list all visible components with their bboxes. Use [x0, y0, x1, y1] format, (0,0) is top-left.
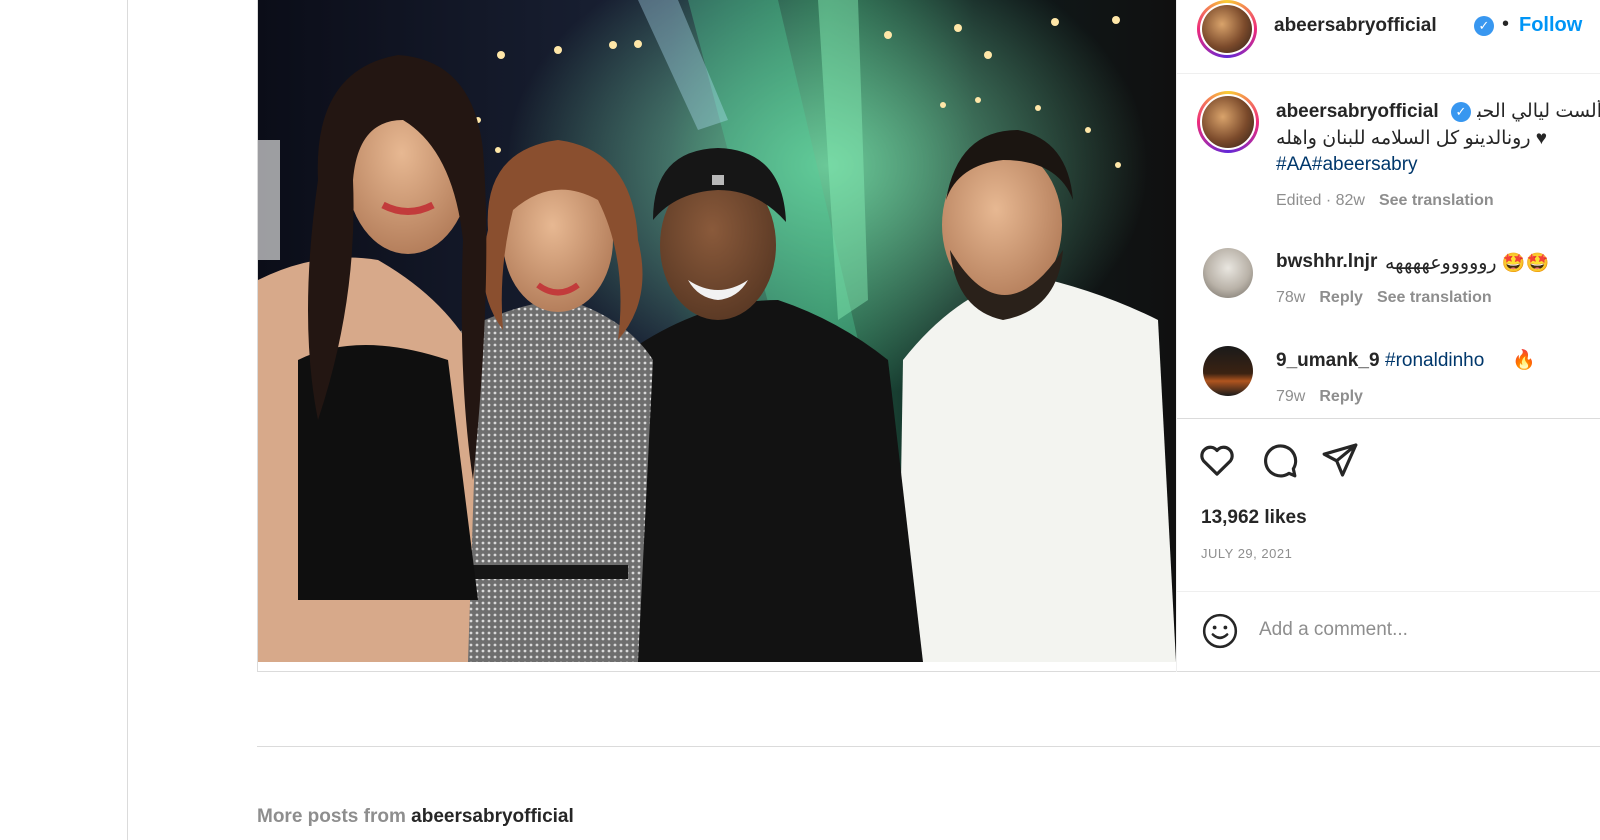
caption-meta: Edited · 82w See translation: [1276, 192, 1494, 210]
more-posts-heading: More posts from abeersabryofficial: [257, 806, 574, 828]
share-icon[interactable]: [1320, 440, 1360, 480]
caption-text-line1: ألست ليالي الحبيبه مع: [1477, 101, 1600, 122]
post-date: JULY 29, 2021: [1201, 546, 1293, 561]
comment-text: 🤩🤩 روووووعههههه: [1385, 253, 1550, 274]
action-bar: [1177, 440, 1600, 488]
fire-emoji: 🔥: [1512, 350, 1536, 371]
add-comment-bar: [1177, 591, 1600, 672]
section-divider: [257, 746, 1600, 747]
verified-badge-icon: ✓: [1474, 16, 1494, 36]
comment-icon[interactable]: [1259, 440, 1299, 480]
post-photo[interactable]: [258, 0, 1176, 662]
commenter-username[interactable]: bwshhr.lnjr: [1276, 251, 1377, 273]
follow-button[interactable]: Follow: [1519, 14, 1582, 37]
comment-see-translation[interactable]: See translation: [1377, 289, 1492, 306]
post-side-panel: abeersabryofficial ✓ • Follow abeersabry…: [1176, 0, 1600, 672]
comments-list[interactable]: abeersabryofficial ✓ ألست ليالي الحبيبه …: [1177, 75, 1600, 419]
author-username[interactable]: abeersabryofficial: [1274, 15, 1437, 37]
post-card: abeersabryofficial ✓ • Follow abeersabry…: [257, 0, 1600, 672]
commenter-username[interactable]: 9_umank_9: [1276, 350, 1380, 372]
add-comment-input[interactable]: [1259, 610, 1579, 650]
separator-dot: •: [1502, 13, 1510, 35]
verified-badge-icon: ✓: [1451, 102, 1471, 122]
left-rail-divider: [127, 0, 128, 840]
more-posts-username[interactable]: abeersabryofficial: [411, 806, 574, 827]
comment-hashtag[interactable]: #ronaldinho: [1385, 350, 1484, 372]
commenter-avatar[interactable]: [1203, 248, 1253, 298]
comment-reply-button[interactable]: Reply: [1319, 289, 1363, 306]
caption-hashtags[interactable]: #AA#abeersabry: [1276, 154, 1418, 176]
caption-username[interactable]: abeersabryofficial: [1276, 101, 1439, 123]
caption-edited-time: Edited · 82w: [1276, 192, 1365, 209]
author-avatar[interactable]: [1197, 0, 1257, 58]
comment-time: 78w: [1276, 289, 1306, 306]
caption-avatar[interactable]: [1197, 91, 1259, 153]
more-posts-prefix: More posts from: [257, 806, 406, 827]
caption-text-line2: ♥ رونالدينو كل السلامه للبنان واهله: [1276, 128, 1548, 149]
heart-icon[interactable]: [1197, 440, 1237, 480]
comment-item: 9_umank_9 #ronaldinho 🔥 79w Reply: [1177, 340, 1600, 418]
comment-meta: 79w Reply: [1276, 388, 1363, 406]
caption-see-translation[interactable]: See translation: [1379, 192, 1494, 209]
emoji-icon[interactable]: [1201, 612, 1239, 650]
comment-reply-button[interactable]: Reply: [1319, 388, 1363, 405]
post-header: abeersabryofficial ✓ • Follow: [1177, 0, 1600, 74]
comment-meta: 78w Reply See translation: [1276, 289, 1492, 307]
comment-item: bwshhr.lnjr 🤩🤩 روووووعههههه 78w Reply See …: [1177, 241, 1600, 331]
caption: abeersabryofficial ✓ ألست ليالي الحبيبه …: [1177, 75, 1600, 225]
commenter-avatar[interactable]: [1203, 346, 1253, 396]
post-photo-image: [258, 0, 1176, 662]
likes-count[interactable]: 13,962 likes: [1201, 507, 1307, 529]
comment-time: 79w: [1276, 388, 1306, 405]
page: abeersabryofficial ✓ • Follow abeersabry…: [0, 0, 1600, 840]
